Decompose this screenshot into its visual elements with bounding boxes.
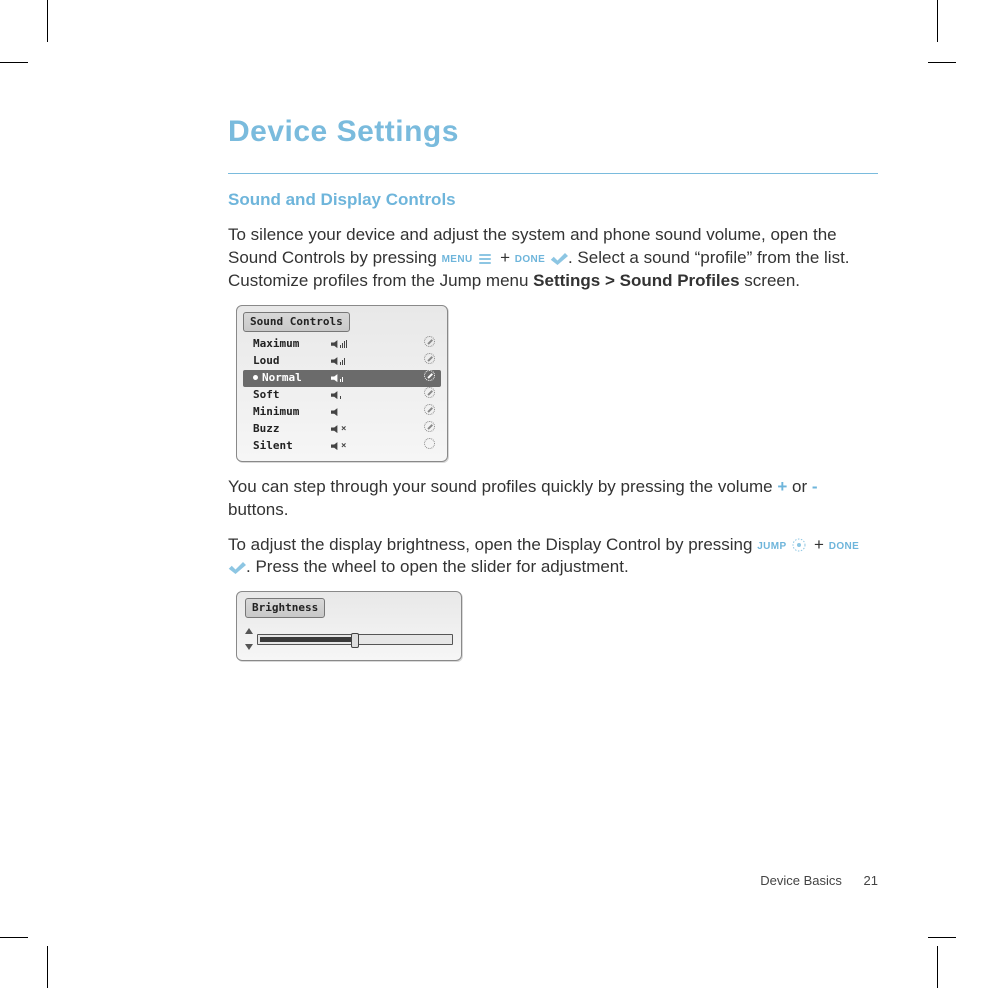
sound-profile-row[interactable]: Soft (243, 387, 441, 404)
panel-title: Brightness (245, 598, 325, 618)
jump-key-label: JUMP (757, 541, 786, 552)
brightness-panel: Brightness (236, 591, 462, 661)
profile-name: Soft (253, 388, 331, 403)
sound-controls-panel: Sound Controls Maximum Loud Normal Soft Mini… (236, 305, 448, 462)
profile-name: Loud (253, 354, 331, 369)
text: . Press the wheel to open the slider for… (246, 557, 629, 576)
text: screen. (740, 271, 800, 290)
panel-title: Sound Controls (243, 312, 350, 332)
speaker-icon (331, 340, 371, 348)
speaker-muted-icon: × (331, 423, 371, 435)
text: + (814, 535, 829, 554)
slider-knob[interactable] (351, 633, 359, 648)
sound-profile-row[interactable]: Minimum (243, 404, 441, 421)
edit-profile-icon[interactable] (419, 370, 435, 386)
edit-profile-icon[interactable] (419, 404, 435, 420)
menu-key-label: MENU (442, 254, 473, 265)
profile-name: Silent (253, 439, 331, 454)
text: + (500, 248, 515, 267)
speaker-icon (331, 391, 371, 399)
menu-path: Settings > Sound Profiles (533, 271, 739, 290)
text: To adjust the display brightness, open t… (228, 535, 757, 554)
edit-profile-icon[interactable] (419, 353, 435, 369)
slider-arrows (245, 628, 253, 650)
footer-page-number: 21 (864, 873, 878, 888)
sound-profile-row[interactable]: Silent× (243, 438, 441, 455)
section-heading: Sound and Display Controls (228, 190, 878, 210)
minus-key: - (812, 477, 818, 496)
done-check-icon (228, 559, 246, 573)
sound-profile-row[interactable]: Buzz× (243, 421, 441, 438)
title-rule (228, 173, 878, 174)
done-check-icon (550, 250, 568, 264)
speaker-icon (331, 374, 371, 382)
edit-profile-icon[interactable] (419, 438, 435, 454)
text: buttons. (228, 500, 289, 519)
page-footer: Device Basics 21 (760, 873, 878, 888)
speaker-icon (331, 357, 371, 365)
paragraph-volume-step: You can step through your sound profiles… (228, 476, 878, 522)
text: or (787, 477, 812, 496)
sound-profile-row[interactable]: Maximum (243, 336, 441, 353)
edit-profile-icon[interactable] (419, 336, 435, 352)
sound-profile-row[interactable]: Loud (243, 353, 441, 370)
chevron-down-icon (245, 644, 253, 650)
profile-name: Maximum (253, 337, 331, 352)
done-key-label: DONE (515, 254, 546, 265)
speaker-muted-icon: × (331, 440, 371, 452)
profile-name: Buzz (253, 422, 331, 437)
chevron-up-icon (245, 628, 253, 634)
jump-icon (791, 537, 809, 551)
sound-profile-row[interactable]: Normal (243, 370, 441, 387)
edit-profile-icon[interactable] (419, 421, 435, 437)
done-key-label: DONE (829, 541, 860, 552)
speaker-icon (331, 408, 371, 416)
paragraph-sound-intro: To silence your device and adjust the sy… (228, 224, 878, 293)
profile-name: Normal (253, 371, 331, 386)
menu-icon (477, 252, 495, 266)
brightness-slider[interactable] (257, 634, 453, 645)
sound-profile-list: MaximumLoudNormalSoftMinimumBuzz×Silent× (243, 336, 441, 455)
text: You can step through your sound profiles… (228, 477, 777, 496)
page-title: Device Settings (228, 115, 878, 149)
plus-key: + (777, 477, 787, 496)
edit-profile-icon[interactable] (419, 387, 435, 403)
paragraph-brightness: To adjust the display brightness, open t… (228, 534, 878, 580)
footer-section: Device Basics (760, 873, 842, 888)
slider-fill (260, 637, 357, 642)
profile-name: Minimum (253, 405, 331, 420)
